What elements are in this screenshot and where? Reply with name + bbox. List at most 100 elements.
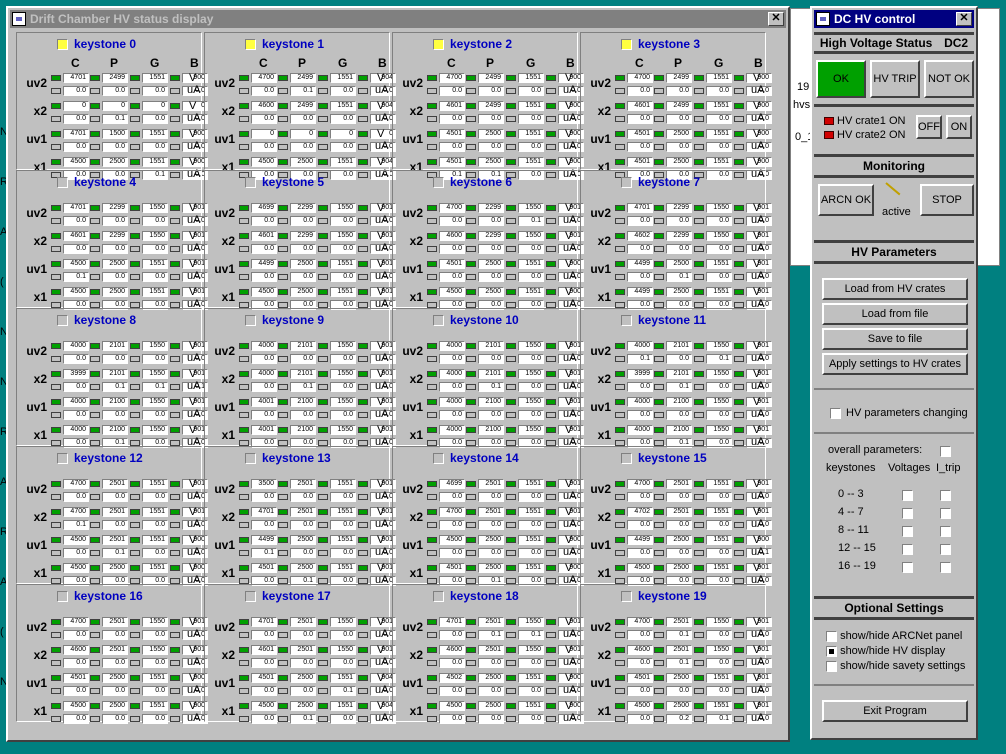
status-led-icon bbox=[239, 481, 249, 487]
keystone-select-checkbox[interactable] bbox=[433, 452, 444, 464]
range-itrip-checkbox[interactable] bbox=[940, 562, 951, 573]
hv-changing-checkbox[interactable] bbox=[830, 408, 841, 419]
load-from-file-button[interactable]: Load from file bbox=[822, 303, 968, 325]
status-led-icon bbox=[615, 412, 625, 418]
row-label: uv2 bbox=[26, 206, 47, 220]
range-voltage-checkbox[interactable] bbox=[902, 490, 913, 501]
keystone-select-checkbox[interactable] bbox=[621, 314, 632, 326]
current-value: 0.0 bbox=[330, 410, 356, 420]
keystone-select-checkbox[interactable] bbox=[433, 176, 444, 188]
keystone-select-checkbox[interactable] bbox=[57, 314, 68, 326]
keystone-select-checkbox[interactable] bbox=[433, 314, 444, 326]
keystone-select-checkbox[interactable] bbox=[245, 452, 256, 464]
keystone-name: keystone 5 bbox=[262, 175, 325, 189]
current-cell: 0.0 bbox=[239, 410, 277, 420]
control-titlebar[interactable]: DC HV control ✕ bbox=[814, 10, 974, 28]
not-ok-button[interactable]: NOT OK bbox=[924, 60, 974, 98]
keystone-select-checkbox[interactable] bbox=[245, 38, 256, 50]
range-itrip-checkbox[interactable] bbox=[940, 544, 951, 555]
status-led-icon bbox=[654, 246, 664, 252]
row-label: x2 bbox=[33, 372, 47, 386]
voltage-value: 1551 bbox=[330, 673, 356, 683]
keystone-select-checkbox[interactable] bbox=[245, 590, 256, 602]
range-voltage-checkbox[interactable] bbox=[902, 526, 913, 537]
keystone-select-checkbox[interactable] bbox=[57, 590, 68, 602]
voltage-cell: 4499 bbox=[615, 287, 653, 297]
opt-safety[interactable]: show/hide savety settings bbox=[826, 660, 965, 672]
voltage-value: 2500 bbox=[290, 259, 316, 269]
ok-status-button[interactable]: OK bbox=[816, 60, 866, 98]
voltage-cell: 2299 bbox=[466, 231, 504, 241]
close-icon[interactable]: ✕ bbox=[956, 12, 972, 26]
range-voltage-checkbox[interactable] bbox=[902, 562, 913, 573]
keystone-select-checkbox[interactable] bbox=[621, 38, 632, 50]
voltage-value: 1550 bbox=[706, 425, 732, 435]
current-value: 0.0 bbox=[330, 216, 356, 226]
volt-unit: V bbox=[565, 534, 573, 546]
status-led-icon bbox=[130, 619, 140, 625]
status-led-icon bbox=[506, 218, 516, 224]
status-led-icon bbox=[239, 688, 249, 694]
keystone-select-checkbox[interactable] bbox=[621, 452, 632, 464]
status-led-icon bbox=[130, 205, 140, 211]
hv-trip-button[interactable]: HV TRIP bbox=[870, 60, 920, 98]
opt-arcnet[interactable]: show/hide ARCNet panel bbox=[826, 630, 962, 642]
voltage-value: 1551 bbox=[518, 563, 544, 573]
voltage-cell: 2500 bbox=[278, 673, 316, 683]
status-led-icon bbox=[546, 688, 556, 694]
close-icon[interactable]: ✕ bbox=[768, 12, 784, 26]
voltage-cell: 1551 bbox=[130, 129, 168, 139]
voltage-value: 2501 bbox=[666, 645, 692, 655]
status-led-icon bbox=[427, 88, 437, 94]
status-led-icon bbox=[130, 384, 140, 390]
safety-checkbox[interactable] bbox=[826, 660, 837, 672]
opt-hv-display[interactable]: show/hide HV display bbox=[826, 645, 945, 657]
save-to-file-button[interactable]: Save to file bbox=[822, 328, 968, 350]
voltage-value: 1550 bbox=[142, 369, 168, 379]
keystone-select-checkbox[interactable] bbox=[57, 38, 68, 50]
status-led-icon bbox=[427, 356, 437, 362]
status-led-icon bbox=[51, 218, 61, 224]
status-led-icon bbox=[654, 261, 664, 267]
range-voltage-checkbox[interactable] bbox=[902, 544, 913, 555]
arcn-ok-button[interactable]: ARCN OK bbox=[818, 184, 874, 216]
stop-button[interactable]: STOP bbox=[920, 184, 974, 216]
keystone-select-checkbox[interactable] bbox=[57, 452, 68, 464]
keystone-select-checkbox[interactable] bbox=[57, 176, 68, 188]
row-label: x1 bbox=[33, 290, 47, 304]
keystone-select-checkbox[interactable] bbox=[245, 176, 256, 188]
voltage-value: 1550 bbox=[330, 425, 356, 435]
voltage-value: 4501 bbox=[627, 673, 653, 683]
range-itrip-checkbox[interactable] bbox=[940, 490, 951, 501]
hv-display-checkbox[interactable] bbox=[826, 645, 837, 657]
status-led-icon bbox=[278, 384, 288, 390]
keystone-panel: keystone 6 uv2 4700 0.0 2299 0.0 1550 0.1 901 0.0… bbox=[392, 170, 584, 310]
keystone-header: keystone 16 bbox=[57, 589, 143, 603]
range-voltage-checkbox[interactable] bbox=[902, 508, 913, 519]
status-led-icon bbox=[466, 522, 476, 528]
keystone-select-checkbox[interactable] bbox=[433, 590, 444, 602]
arcnet-checkbox[interactable] bbox=[826, 630, 837, 642]
off-button[interactable]: OFF bbox=[916, 115, 942, 139]
range-itrip-checkbox[interactable] bbox=[940, 526, 951, 537]
load-from-crates-button[interactable]: Load from HV crates bbox=[822, 278, 968, 300]
keystone-select-checkbox[interactable] bbox=[245, 314, 256, 326]
keystone-select-checkbox[interactable] bbox=[621, 176, 632, 188]
on-button[interactable]: ON bbox=[946, 115, 972, 139]
keystone-select-checkbox[interactable] bbox=[621, 590, 632, 602]
microamp-unit: uA bbox=[751, 84, 765, 96]
status-led-icon bbox=[734, 274, 744, 280]
current-cell: 0.0 bbox=[278, 658, 316, 668]
voltage-value: 4000 bbox=[251, 369, 277, 379]
current-cell: 0.0 bbox=[239, 354, 277, 364]
voltage-cell: 4701 bbox=[427, 617, 465, 627]
status-led-icon bbox=[466, 261, 476, 267]
hv-status-titlebar[interactable]: Drift Chamber HV status display ✕ bbox=[10, 10, 786, 28]
status-led-icon bbox=[130, 481, 140, 487]
range-itrip-checkbox[interactable] bbox=[940, 508, 951, 519]
keystone-select-checkbox[interactable] bbox=[433, 38, 444, 50]
status-led-icon bbox=[654, 647, 664, 653]
exit-program-button[interactable]: Exit Program bbox=[822, 700, 968, 722]
apply-settings-button[interactable]: Apply settings to HV crates bbox=[822, 353, 968, 375]
overall-checkbox[interactable] bbox=[940, 446, 951, 457]
